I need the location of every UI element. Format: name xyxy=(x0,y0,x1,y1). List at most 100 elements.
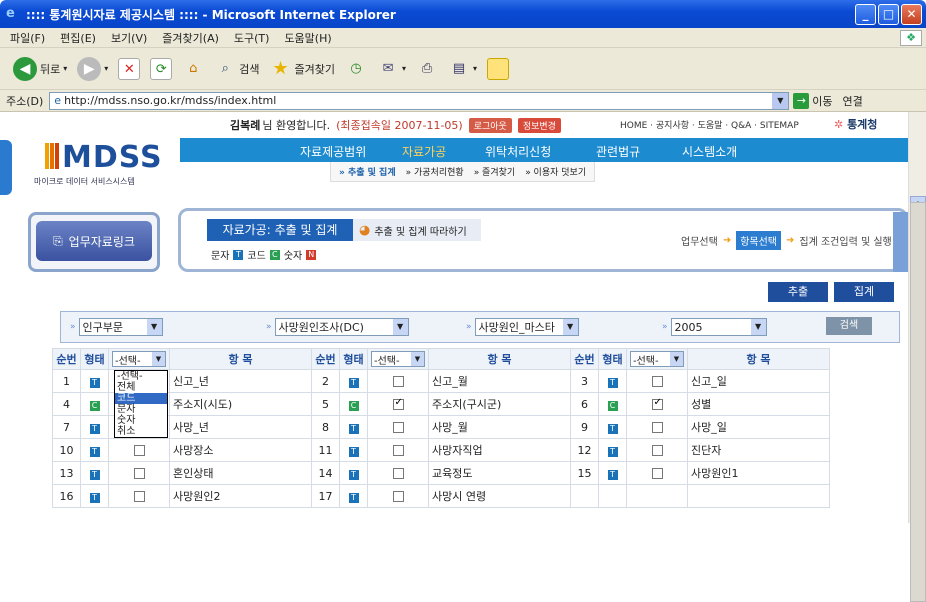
type-select-dropdown[interactable]: -선택- 전체 코드 문자 숫자 취소 xyxy=(114,370,168,438)
select-checkbox[interactable] xyxy=(392,445,404,456)
links-label[interactable]: 연결 xyxy=(843,93,863,109)
text-type-icon: T xyxy=(89,423,100,434)
extract-button[interactable]: 추출 xyxy=(768,282,828,302)
logout-button[interactable]: 로그아웃 xyxy=(468,117,512,133)
select-checkbox[interactable] xyxy=(651,468,663,479)
top-links[interactable]: HOME · 공지사항 · 도움말 · Q&A · SITEMAP xyxy=(620,118,799,131)
forward-button[interactable]: ▶ ▾ xyxy=(74,56,111,81)
filter-sector[interactable]: » 인구부문 ▼ xyxy=(70,318,163,336)
go-button[interactable]: → 이동 xyxy=(793,92,833,109)
menu-view[interactable]: 보기(V) xyxy=(111,30,147,46)
select-checkbox[interactable] xyxy=(392,397,404,410)
dropdown-option[interactable]: 숫자 xyxy=(115,415,167,426)
work-link-button[interactable]: ⎘ 업무자료링크 xyxy=(36,221,152,261)
aggregate-button[interactable]: 집계 xyxy=(834,282,894,302)
right-accent xyxy=(893,212,908,272)
menu-favorites[interactable]: 즐겨찾기(A) xyxy=(162,30,219,46)
edit-button[interactable]: ▤ ▾ xyxy=(445,58,480,80)
table-header-row: 순번 형태 -선택- ▼ 항 목 순번 형태 -선택- ▼ 항 목 순번 형태 -선… xyxy=(52,348,830,370)
item-name: 신고_월 xyxy=(428,369,571,393)
select-checkbox[interactable] xyxy=(651,376,663,387)
minimize-button[interactable]: _ xyxy=(855,4,876,25)
home-button[interactable]: ⌂ xyxy=(179,58,207,80)
subnav-favorites[interactable]: » 즐겨찾기 xyxy=(474,165,516,178)
address-dropdown-icon[interactable]: ▼ xyxy=(772,92,789,109)
nav-data-scope[interactable]: 자료제공범위 xyxy=(300,143,366,160)
row-number: 8 xyxy=(311,415,340,439)
site-logo[interactable]: MDSS xyxy=(45,140,163,175)
item-name: 사망장소 xyxy=(169,438,312,462)
logo-subtitle: 마이크로 데이터 서비스시스템 xyxy=(34,177,135,186)
address-input[interactable]: e http://mdss.nso.go.kr/mdss/index.html … xyxy=(49,91,790,110)
select-checkbox[interactable] xyxy=(651,445,663,456)
dropdown-option[interactable]: 전체 xyxy=(115,382,167,393)
nav-regulations[interactable]: 관련법규 xyxy=(596,143,640,160)
user-name: 김복례 xyxy=(230,119,261,132)
subnav-user[interactable]: » 이용자 덧보기 xyxy=(525,165,586,178)
item-table: 순번 형태 -선택- ▼ 항 목 순번 형태 -선택- ▼ 항 목 순번 형태 -선… xyxy=(52,348,830,508)
select-checkbox[interactable] xyxy=(392,491,404,502)
brand-icon: ✲ xyxy=(834,118,844,131)
select-checkbox[interactable] xyxy=(651,422,663,433)
text-type-icon: T xyxy=(607,377,618,388)
text-type-icon: T xyxy=(89,377,100,388)
menu-file[interactable]: 파일(F) xyxy=(10,30,45,46)
nav-consignment[interactable]: 위탁처리신청 xyxy=(485,143,551,160)
process-tab[interactable]: 자료가공: 추출 및 집계 xyxy=(207,219,353,241)
vertical-scrollbar[interactable]: ▲ xyxy=(908,112,926,602)
select-checkbox[interactable] xyxy=(133,491,145,502)
menu-tools[interactable]: 도구(T) xyxy=(234,30,270,46)
select-checkbox[interactable] xyxy=(651,397,663,410)
filter-survey[interactable]: » 사망원인조사(DC) ▼ xyxy=(266,318,409,336)
select-checkbox[interactable] xyxy=(392,422,404,433)
select-checkbox[interactable] xyxy=(392,376,404,387)
filter-year[interactable]: » 2005 ▼ xyxy=(662,318,767,336)
select-checkbox[interactable] xyxy=(133,445,145,456)
history-button[interactable]: ◷ xyxy=(342,58,370,80)
mail-button[interactable]: ✉ ▾ xyxy=(374,58,409,80)
column-type-select[interactable]: -선택- ▼ xyxy=(112,351,166,367)
text-type-icon: T xyxy=(607,469,618,480)
search-button[interactable]: 검색 xyxy=(826,317,872,335)
dropdown-option[interactable]: 문자 xyxy=(115,404,167,415)
item-name: 사망_년 xyxy=(169,415,312,439)
page-icon: e xyxy=(54,94,62,107)
print-button[interactable]: ⎙ xyxy=(413,58,441,80)
filter-master[interactable]: » 사망원인_마스타 ▼ xyxy=(466,318,579,336)
menu-help[interactable]: 도움말(H) xyxy=(284,30,331,46)
window-titlebar: e :::: 통계원시자료 제공시스템 :::: - Microsoft Int… xyxy=(0,0,926,28)
messenger-button[interactable] xyxy=(484,57,512,80)
column-type-select[interactable]: -선택- ▼ xyxy=(630,351,684,367)
nav-system-intro[interactable]: 시스템소개 xyxy=(682,143,737,160)
scroll-thumb[interactable] xyxy=(910,202,926,602)
search-button[interactable]: ⌕ 검색 xyxy=(211,58,262,80)
select-checkbox[interactable] xyxy=(133,468,145,479)
sub-nav: » 추출 및 집계 » 가공처리현황 » 즐겨찾기 » 이용자 덧보기 xyxy=(330,162,596,182)
table-row: 16 T 사망원인2 17 T 사망시 연령 xyxy=(52,484,830,508)
subnav-extract[interactable]: » 추출 및 집계 xyxy=(339,165,396,178)
close-button[interactable]: ✕ xyxy=(901,4,922,25)
text-type-icon: T xyxy=(348,377,359,388)
select-checkbox[interactable] xyxy=(392,468,404,479)
nav-data-processing[interactable]: 자료가공 xyxy=(402,143,446,160)
refresh-button[interactable]: ⟳ xyxy=(147,57,175,80)
text-type-icon: T xyxy=(607,446,618,457)
windows-logo-icon: ❖ xyxy=(900,30,922,46)
row-number: 1 xyxy=(52,369,81,393)
maximize-button[interactable]: □ xyxy=(878,4,899,25)
menu-edit[interactable]: 편집(E) xyxy=(60,30,96,46)
text-type-icon: T xyxy=(607,423,618,434)
stop-button[interactable]: ✕ xyxy=(115,57,143,80)
dropdown-option[interactable]: -선택- xyxy=(115,371,167,382)
profile-button[interactable]: 정보변경 xyxy=(517,117,561,133)
item-name: 신고_년 xyxy=(169,369,312,393)
column-type-select[interactable]: -선택- ▼ xyxy=(371,351,425,367)
favorites-button[interactable]: ★ 즐겨찾기 xyxy=(267,58,338,80)
back-button[interactable]: ◀ 뒤로 ▾ xyxy=(10,56,70,81)
tutorial-tab[interactable]: ◕ 추출 및 집계 따라하기 xyxy=(353,219,481,241)
dropdown-option[interactable]: 취소 xyxy=(115,426,167,437)
brand-logo: ✲ 통계청 xyxy=(834,118,878,131)
web-page: 김복례 님 환영합니다. (최종접속일 2007-11-05) 로그아웃 정보변경… xyxy=(0,112,908,523)
dropdown-option[interactable]: 코드 xyxy=(115,393,167,404)
subnav-status[interactable]: » 가공처리현황 xyxy=(406,165,464,178)
